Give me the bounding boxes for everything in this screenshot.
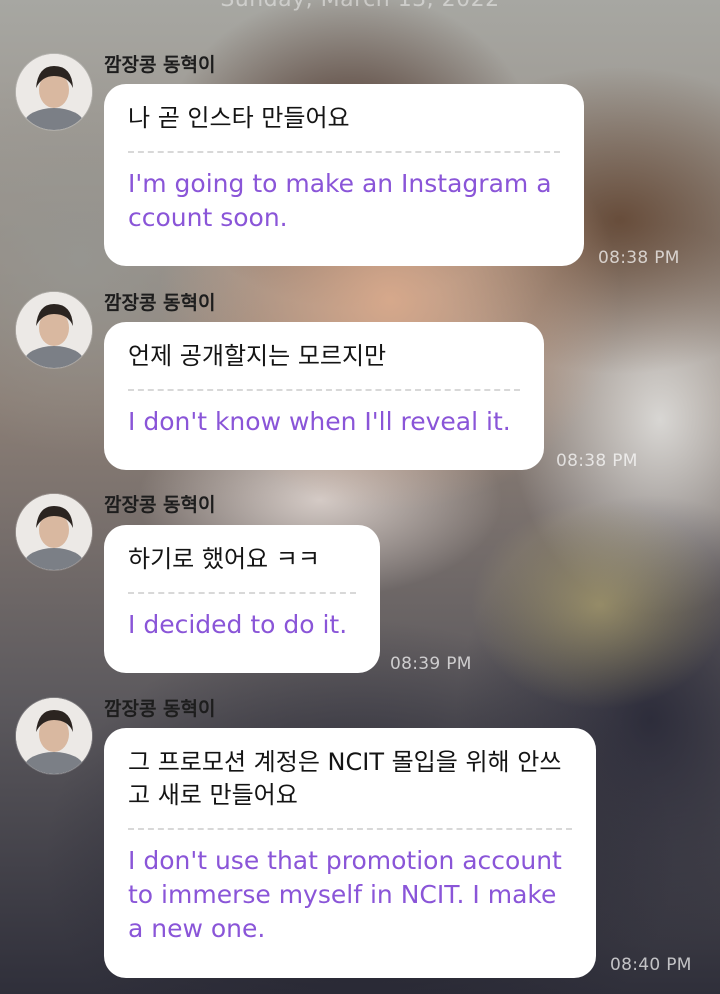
message-translation-text: I don't know when I'll reveal it. [128, 407, 511, 436]
message-bubble[interactable]: 언제 공개할지는 모르지만 I don't know when I'll rev… [104, 322, 544, 470]
sender-name: 깜장콩 동혁이 [104, 292, 216, 314]
message-bubble[interactable]: 하기로 했어요 ㅋㅋ I decided to do it. [104, 525, 380, 673]
sender-avatar[interactable] [16, 698, 92, 774]
message-bubble[interactable]: 그 프로모션 계정은 NCIT 몰입을 위해 안쓰고 새로 만들어요 I don… [104, 728, 596, 978]
message-timestamp: 08:38 PM [556, 451, 638, 471]
sender-name: 깜장콩 동혁이 [104, 494, 216, 516]
date-header: Sunday, March 13, 2022 [0, 0, 720, 12]
sender-name: 깜장콩 동혁이 [104, 54, 216, 76]
message-original-text: 하기로 했어요 ㅋㅋ [128, 543, 356, 594]
profile-photo-icon [16, 698, 92, 774]
message-timestamp: 08:39 PM [390, 654, 472, 674]
message-bubble[interactable]: 나 곧 인스타 만들어요 I'm going to make an Instag… [104, 84, 584, 266]
message-original-text: 언제 공개할지는 모르지만 [128, 340, 520, 391]
message-translation-text: I'm going to make an Instagram account s… [128, 169, 552, 232]
message-original-text: 나 곧 인스타 만들어요 [128, 102, 560, 153]
message-timestamp: 08:38 PM [598, 248, 680, 268]
profile-photo-icon [16, 54, 92, 130]
message-timestamp: 08:40 PM [610, 955, 692, 975]
profile-photo-icon [16, 494, 92, 570]
sender-avatar[interactable] [16, 494, 92, 570]
message-translation-text: I don't use that promotion account to im… [128, 846, 562, 943]
sender-name: 깜장콩 동혁이 [104, 698, 216, 720]
message-translation-text: I decided to do it. [128, 610, 348, 639]
sender-avatar[interactable] [16, 292, 92, 368]
profile-photo-icon [16, 292, 92, 368]
message-original-text: 그 프로모션 계정은 NCIT 몰입을 위해 안쓰고 새로 만들어요 [128, 746, 572, 830]
sender-avatar[interactable] [16, 54, 92, 130]
